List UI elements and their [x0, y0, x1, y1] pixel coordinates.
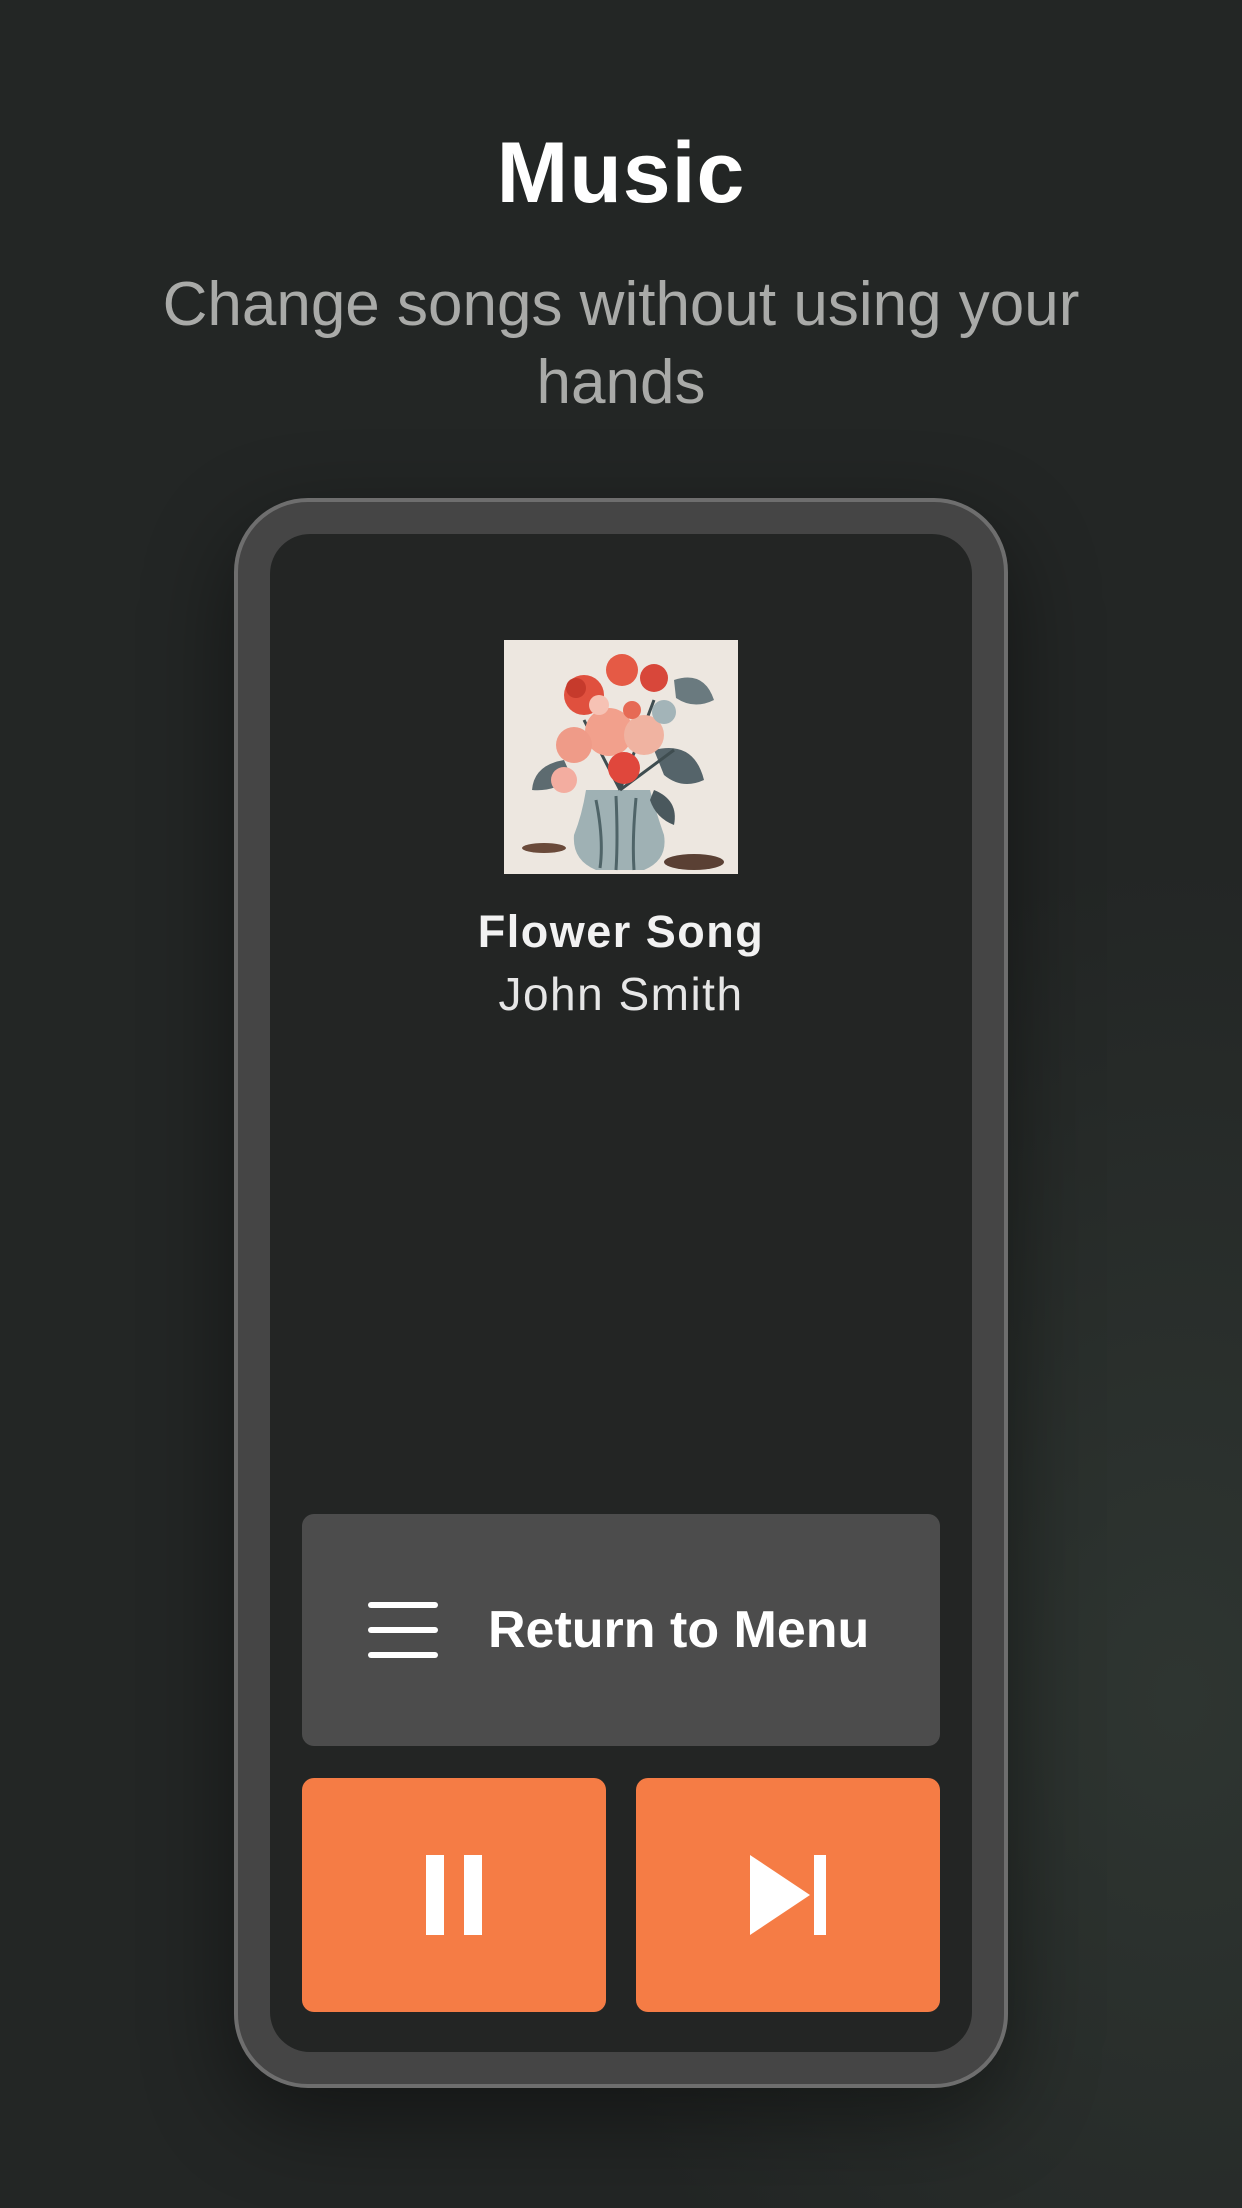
phone-screen: Flower Song John Smith Return to Menu	[270, 534, 972, 2052]
song-title: Flower Song	[477, 906, 765, 957]
flower-bouquet-artwork	[504, 640, 738, 874]
phone-frame: Flower Song John Smith Return to Menu	[234, 498, 1008, 2088]
pause-icon	[426, 1855, 482, 1935]
hamburger-menu-icon	[368, 1602, 438, 1658]
song-artist: John Smith	[498, 968, 744, 1020]
album-art	[504, 640, 738, 874]
skip-next-button[interactable]	[636, 1778, 940, 2012]
pause-button[interactable]	[302, 1778, 606, 2012]
skip-next-icon	[750, 1855, 826, 1935]
page-subtitle: Change songs without using your hands	[162, 270, 1080, 417]
return-to-menu-label: Return to Menu	[488, 1601, 870, 1659]
page-title: Music	[496, 125, 746, 221]
return-to-menu-button[interactable]: Return to Menu	[302, 1514, 940, 1746]
